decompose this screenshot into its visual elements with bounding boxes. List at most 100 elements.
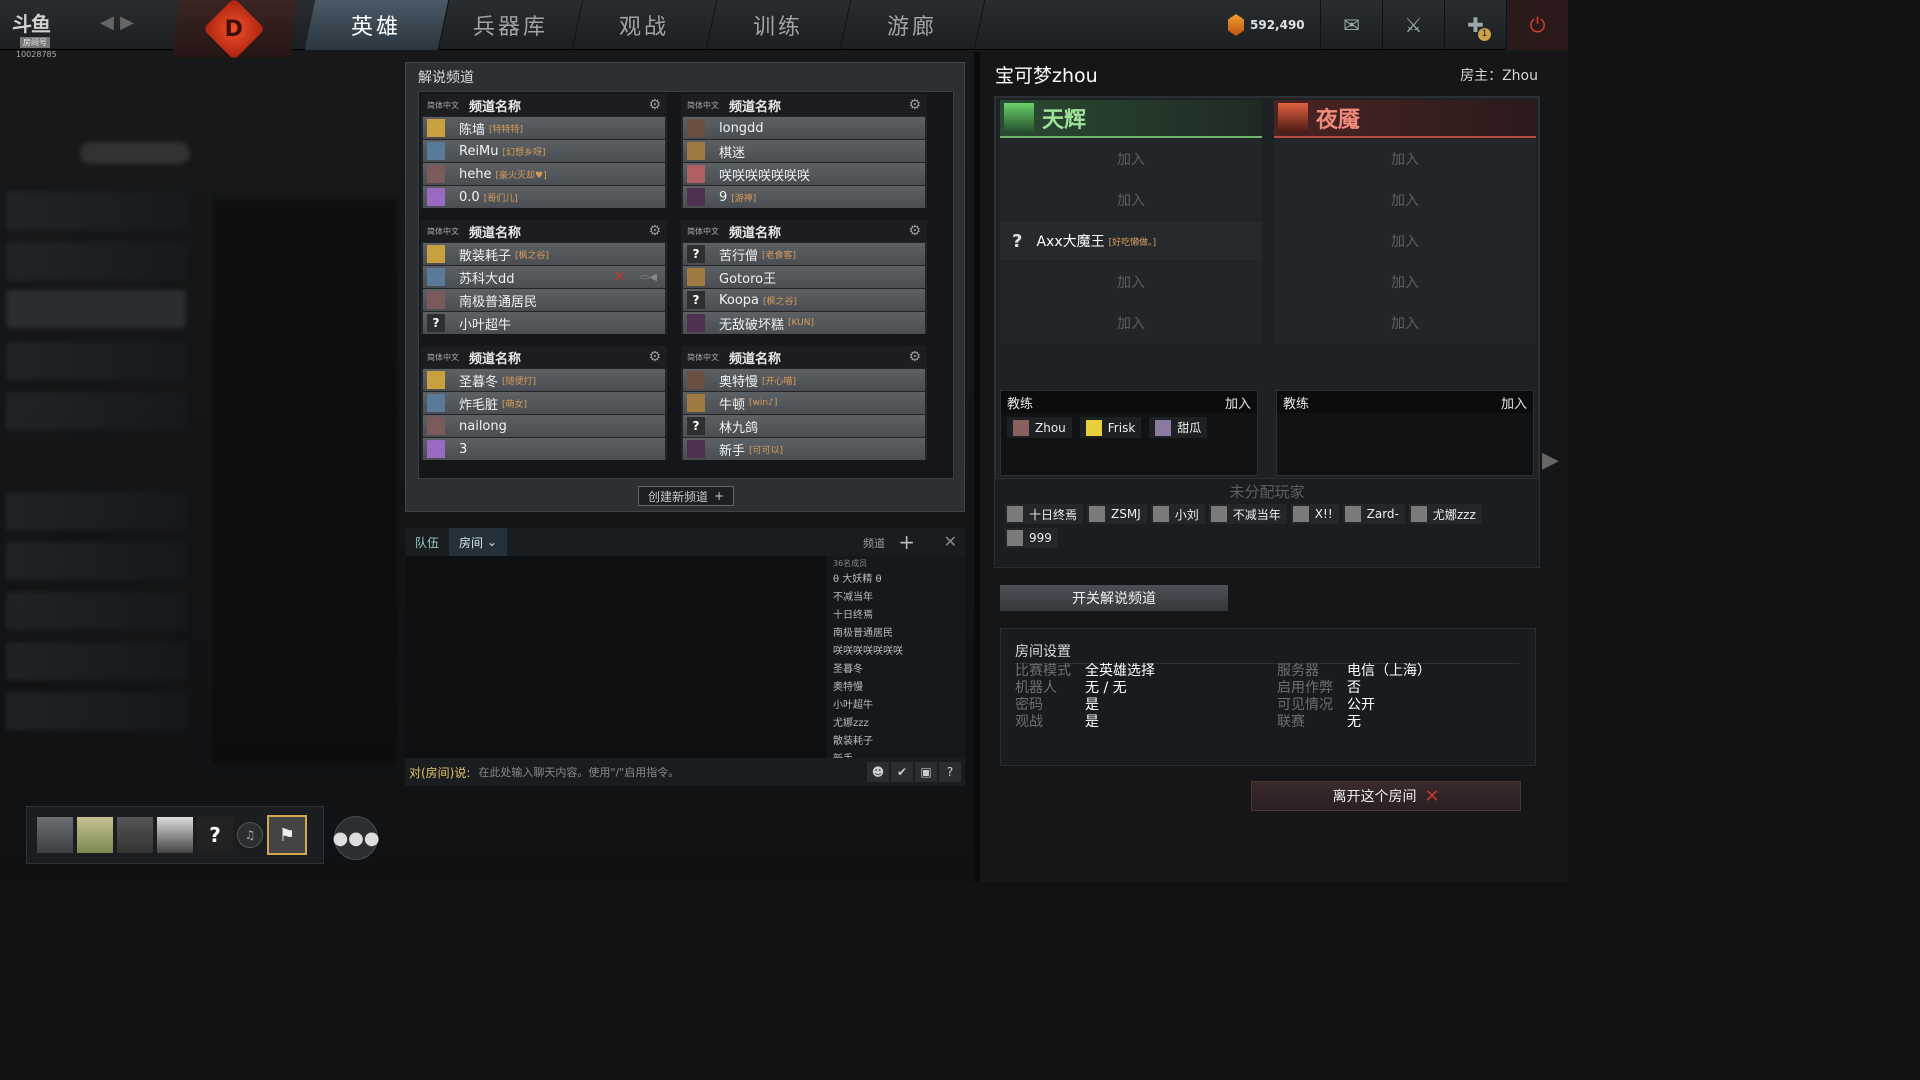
gear-icon[interactable]: ⚙ — [908, 97, 921, 113]
party-empty-slot[interactable]: ? — [197, 817, 233, 853]
gear-icon[interactable]: ⚙ — [908, 349, 921, 365]
channel-button[interactable]: 频道 — [863, 535, 885, 551]
coach-member[interactable]: 甜瓜 — [1149, 417, 1208, 438]
channel-member[interactable]: 牛顿 [win♪] — [683, 392, 925, 414]
chat-member[interactable]: 散装耗子 — [827, 733, 965, 751]
gear-icon[interactable]: ⚙ — [648, 97, 661, 113]
unassigned-player[interactable]: 不减当年 — [1208, 504, 1287, 524]
channel-member[interactable]: 3 — [423, 438, 665, 460]
channel-member[interactable]: nailong — [423, 415, 665, 437]
coach-join-button[interactable]: 加入 — [1501, 393, 1527, 412]
tab-3[interactable]: 训练 — [706, 0, 852, 50]
close-icon[interactable]: ✕ — [944, 532, 957, 551]
channel-member[interactable]: 炸毛脏 [萌女] — [423, 392, 665, 414]
chat-member[interactable]: 尤娜zzz — [827, 715, 965, 733]
coach-member[interactable]: Zhou — [1007, 417, 1072, 438]
headset-icon[interactable]: ♫ — [237, 822, 263, 848]
channel-member[interactable]: ? 苦行僧 [老食客] — [683, 243, 925, 265]
screenshot-icon[interactable]: ▣ — [915, 762, 937, 782]
channel-member[interactable]: 新手 [可可以] — [683, 438, 925, 460]
remove-icon[interactable]: ✕ — [613, 269, 625, 285]
channel-member[interactable]: 棋迷 — [683, 140, 925, 162]
channel-member[interactable]: Gotoro王 — [683, 266, 925, 288]
channel-member[interactable]: 奥特慢 [开心喵] — [683, 369, 925, 391]
join-slot-button[interactable]: 加入 — [1000, 262, 1262, 302]
channel-member[interactable]: 无敌破坏糕 [KUN] — [683, 312, 925, 334]
chat-member[interactable]: 不减当年 — [827, 589, 965, 607]
join-slot-button[interactable]: 加入 — [1274, 139, 1536, 179]
unassigned-player[interactable]: 999 — [1005, 528, 1058, 548]
play-arrow-icon[interactable]: ▶ — [1542, 448, 1559, 473]
unassigned-player[interactable]: ZSMJ — [1087, 504, 1147, 524]
unassigned-player[interactable]: Zard- — [1342, 504, 1405, 524]
chat-member-list[interactable]: 36名成员 θ 大妖精 θ 不减当年 十日终焉 南极普通居民 咲咲咲咲咲咲咲 圣暮冬 奥特慢… — [827, 556, 965, 758]
camera-icon[interactable]: ▭◀ — [640, 272, 657, 283]
forward-arrow-icon[interactable]: ▶ — [120, 12, 134, 33]
dota-logo-button[interactable]: D — [172, 0, 296, 58]
party-member-avatar[interactable] — [157, 817, 193, 853]
leave-room-button[interactable]: 离开这个房间 ✕ — [1251, 781, 1521, 811]
channel-member[interactable]: 0.0 [哥们儿] — [423, 186, 665, 208]
party-member-avatar[interactable] — [117, 817, 153, 853]
power-icon[interactable]: ⏻ — [1506, 0, 1568, 50]
coach-icon[interactable]: ⚑ — [267, 815, 307, 855]
channel-member[interactable]: 陈墙 [特特特] — [423, 117, 665, 139]
unassigned-player[interactable]: 十日终焉 — [1005, 504, 1084, 524]
create-channel-button[interactable]: 创建新频道 + — [638, 486, 734, 506]
chat-member[interactable]: θ 大妖精 θ — [827, 571, 965, 589]
toggle-broadcast-button[interactable]: 开关解说频道 — [1000, 585, 1228, 611]
channel-member[interactable]: hehe [豪火灭却♥] — [423, 163, 665, 185]
join-slot-button[interactable]: 加入 — [1274, 221, 1536, 261]
help-icon[interactable]: ? — [939, 762, 961, 782]
chat-member[interactable]: 咲咲咲咲咲咲咲 — [827, 643, 965, 661]
emoji-icon[interactable]: ☻ — [867, 762, 889, 782]
battlepass-icon[interactable]: ✚ 1 — [1444, 0, 1506, 50]
tab-room[interactable]: 房间 ⌄ — [449, 528, 507, 556]
tab-team[interactable]: 队伍 — [405, 528, 449, 556]
party-menu-icon[interactable]: ●●● — [332, 816, 380, 860]
join-slot-button[interactable]: 加入 — [1000, 303, 1262, 343]
channel-member[interactable]: ? 小叶超牛 — [423, 312, 665, 334]
channel-member[interactable]: longdd — [683, 117, 925, 139]
back-arrow-icon[interactable]: ◀ — [100, 12, 114, 33]
tab-4[interactable]: 游廊 — [840, 0, 986, 50]
player-slot[interactable]: ? Axx大魔王 [好吃懒做。] — [1000, 221, 1262, 261]
channel-member[interactable]: 9 [游神] — [683, 186, 925, 208]
gear-icon[interactable]: ⚙ — [648, 223, 661, 239]
join-slot-button[interactable]: 加入 — [1274, 303, 1536, 343]
chat-member[interactable]: 十日终焉 — [827, 607, 965, 625]
check-icon[interactable]: ✔ — [891, 762, 913, 782]
party-member-avatar[interactable] — [77, 817, 113, 853]
tab-2[interactable]: 观战 — [572, 0, 718, 50]
channel-member[interactable]: ReiMu [幻想乡呀] — [423, 140, 665, 162]
chat-member[interactable]: 奥特慢 — [827, 679, 965, 697]
channel-member[interactable]: 南极普通居民 — [423, 289, 665, 311]
channel-member[interactable]: 圣暮冬 [随便打] — [423, 369, 665, 391]
gear-icon[interactable]: ⚙ — [908, 223, 921, 239]
unassigned-player[interactable]: 尤娜zzz — [1408, 504, 1482, 524]
gear-icon[interactable]: ⚙ — [648, 349, 661, 365]
chat-member[interactable]: 南极普通居民 — [827, 625, 965, 643]
party-member-avatar[interactable] — [37, 817, 73, 853]
chat-input-bar[interactable]: 对(房间)说: 在此处输入聊天内容。使用"/"启用指令。 ☻ ✔ ▣ ? — [405, 758, 965, 786]
channel-member[interactable]: 苏科大dd ✕ ▭◀ — [423, 266, 665, 288]
join-slot-button[interactable]: 加入 — [1000, 139, 1262, 179]
join-slot-button[interactable]: 加入 — [1274, 180, 1536, 220]
mail-icon[interactable]: ✉ — [1320, 0, 1382, 50]
tab-0[interactable]: 英雄 — [304, 0, 450, 50]
chat-member[interactable]: 小叶超牛 — [827, 697, 965, 715]
chat-member[interactable]: 新手 — [827, 751, 965, 758]
coach-join-button[interactable]: 加入 — [1225, 393, 1251, 412]
coach-member[interactable]: Frisk — [1079, 417, 1142, 438]
channel-member[interactable]: ? 林九鸽 — [683, 415, 925, 437]
armory-icon[interactable]: ⚔ — [1382, 0, 1444, 50]
chat-member[interactable]: 圣暮冬 — [827, 661, 965, 679]
channel-member[interactable]: 散装耗子 [枫之谷] — [423, 243, 665, 265]
add-channel-icon[interactable]: + — [898, 530, 915, 554]
join-slot-button[interactable]: 加入 — [1000, 180, 1262, 220]
join-slot-button[interactable]: 加入 — [1274, 262, 1536, 302]
unassigned-player[interactable]: X!! — [1290, 504, 1339, 524]
channel-member[interactable]: 咲咲咲咲咲咲咲 — [683, 163, 925, 185]
unassigned-player[interactable]: 小刘 — [1150, 504, 1205, 524]
tab-1[interactable]: 兵器库 — [438, 0, 584, 50]
